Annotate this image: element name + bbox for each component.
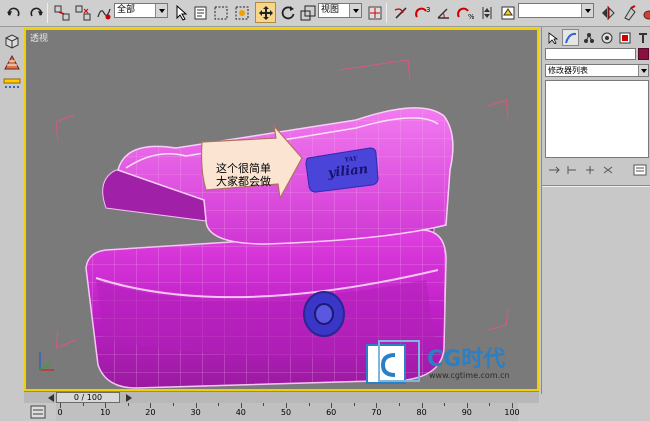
track-bar[interactable]: 0 10 20 30 40 50 60 70 80 90 100 <box>56 403 520 421</box>
track-bar-area: 0 10 20 30 40 50 60 70 80 90 100 <box>0 403 650 421</box>
frame-display: 0 / 100 <box>73 393 103 402</box>
callout-line1: 这个很简单 <box>216 162 271 175</box>
left-tool-strip <box>0 27 24 394</box>
track-tick-label: 0 <box>57 408 63 417</box>
edit-named-sel-icon[interactable] <box>497 2 518 23</box>
callout-text: 这个很简单 大家都会做 <box>216 162 296 188</box>
track-tick-label: 40 <box>235 408 246 417</box>
prev-frame-icon[interactable] <box>46 393 56 403</box>
perspective-viewport[interactable]: 透视 这个很简单 大家都会做 YAY yilian CG时代 www.cgtim… <box>24 28 539 391</box>
hierarchy-icon[interactable] <box>3 54 21 71</box>
hierarchy-tab-icon[interactable] <box>580 29 597 46</box>
pivot-icon[interactable] <box>364 2 385 23</box>
configure-modifier-sets-icon[interactable] <box>633 164 647 176</box>
modifier-list-dropdown[interactable]: 修改器列表 <box>545 64 649 77</box>
pin-stack-icon[interactable] <box>547 164 561 176</box>
track-tick-label: 30 <box>190 408 201 417</box>
modifier-stack[interactable] <box>545 80 649 158</box>
rect-selection-icon[interactable] <box>210 2 231 23</box>
teapot-icon[interactable] <box>637 2 650 23</box>
watermark-brand: CG时代 <box>427 347 506 372</box>
remove-modifier-icon[interactable] <box>601 164 615 176</box>
time-slider[interactable]: 0 / 100 <box>24 391 539 403</box>
track-tick <box>489 403 491 406</box>
modifier-list-label: 修改器列表 <box>548 66 588 75</box>
undo-icon[interactable] <box>3 2 24 23</box>
track-tick-label: 10 <box>100 408 111 417</box>
track-tick-label: 90 <box>461 408 472 417</box>
curve-editor-icon[interactable] <box>30 405 46 419</box>
window-crossing-icon[interactable] <box>231 2 252 23</box>
svg-text:3: 3 <box>426 6 430 14</box>
select-icon[interactable] <box>170 2 191 23</box>
svg-text:%: % <box>468 13 474 21</box>
ref-coord-value: 视图 <box>321 5 340 15</box>
snap-icon[interactable]: 3 <box>412 2 433 23</box>
track-tick <box>127 403 129 406</box>
track-tick-label: 50 <box>280 408 292 417</box>
track-tick <box>218 403 220 406</box>
create-tab-icon[interactable] <box>544 29 561 46</box>
track-tick-label: 20 <box>145 408 156 417</box>
cgtime-logo-icon <box>366 340 420 384</box>
track-tick <box>399 403 400 406</box>
command-panel-tabs <box>544 29 649 47</box>
selection-filter-value: 全部 <box>117 5 136 15</box>
track-tick <box>444 403 446 406</box>
track-tick-label: 80 <box>416 408 427 417</box>
angle-snap-icon[interactable] <box>433 2 454 23</box>
viewport-scene <box>39 59 509 389</box>
unlink-icon[interactable] <box>72 2 93 23</box>
selection-filter-dropdown[interactable]: 全部 <box>114 3 168 18</box>
named-selection-dropdown[interactable] <box>518 3 594 18</box>
track-tick <box>308 403 310 406</box>
panel-divider <box>542 185 650 187</box>
track-tick <box>82 403 84 406</box>
box-icon[interactable] <box>3 33 21 49</box>
rotate-icon[interactable] <box>277 2 298 23</box>
redo-icon[interactable] <box>25 2 46 23</box>
callout-line2: 大家都会做 <box>216 175 271 188</box>
scale-icon[interactable] <box>297 2 318 23</box>
watermark-url: www.cgtime.com.cn <box>429 371 510 380</box>
modify-tab-icon[interactable] <box>562 29 579 46</box>
track-tick <box>263 403 265 406</box>
display-tab-icon[interactable] <box>616 29 633 46</box>
make-unique-icon[interactable] <box>583 164 597 176</box>
motion-icon[interactable] <box>3 77 21 93</box>
main-toolbar: 全部 视图 3 % <box>0 0 650 27</box>
show-end-result-icon[interactable] <box>565 164 579 176</box>
utilities-tab-icon[interactable] <box>634 29 650 46</box>
percent-snap-icon[interactable]: % <box>454 2 475 23</box>
object-name-field[interactable] <box>545 48 636 60</box>
spinner-snap-icon[interactable] <box>476 2 497 23</box>
object-color-swatch[interactable] <box>638 48 649 60</box>
track-tick-label: 100 <box>504 408 520 417</box>
track-tick <box>353 403 355 406</box>
cgtime-watermark: CG时代 www.cgtime.com.cn <box>363 339 535 387</box>
track-tick-label: 60 <box>326 408 337 417</box>
mirror-icon[interactable] <box>597 2 618 23</box>
move-icon[interactable] <box>255 2 276 23</box>
time-slider-thumb[interactable]: 0 / 100 <box>56 392 120 403</box>
motion-tab-icon[interactable] <box>598 29 615 46</box>
select-by-name-icon[interactable] <box>190 2 211 23</box>
manipulate-icon[interactable] <box>390 2 411 23</box>
link-icon[interactable] <box>51 2 72 23</box>
track-tick <box>173 403 174 406</box>
ref-coord-dropdown[interactable]: 视图 <box>318 3 362 18</box>
axis-tripod <box>39 352 54 371</box>
stack-tools <box>545 162 649 180</box>
track-tick-label: 70 <box>371 408 382 417</box>
viewport-label[interactable]: 透视 <box>30 31 48 44</box>
bind-space-warp-icon[interactable] <box>93 2 114 23</box>
command-panel: 修改器列表 <box>541 27 650 394</box>
next-frame-icon[interactable] <box>124 393 134 403</box>
